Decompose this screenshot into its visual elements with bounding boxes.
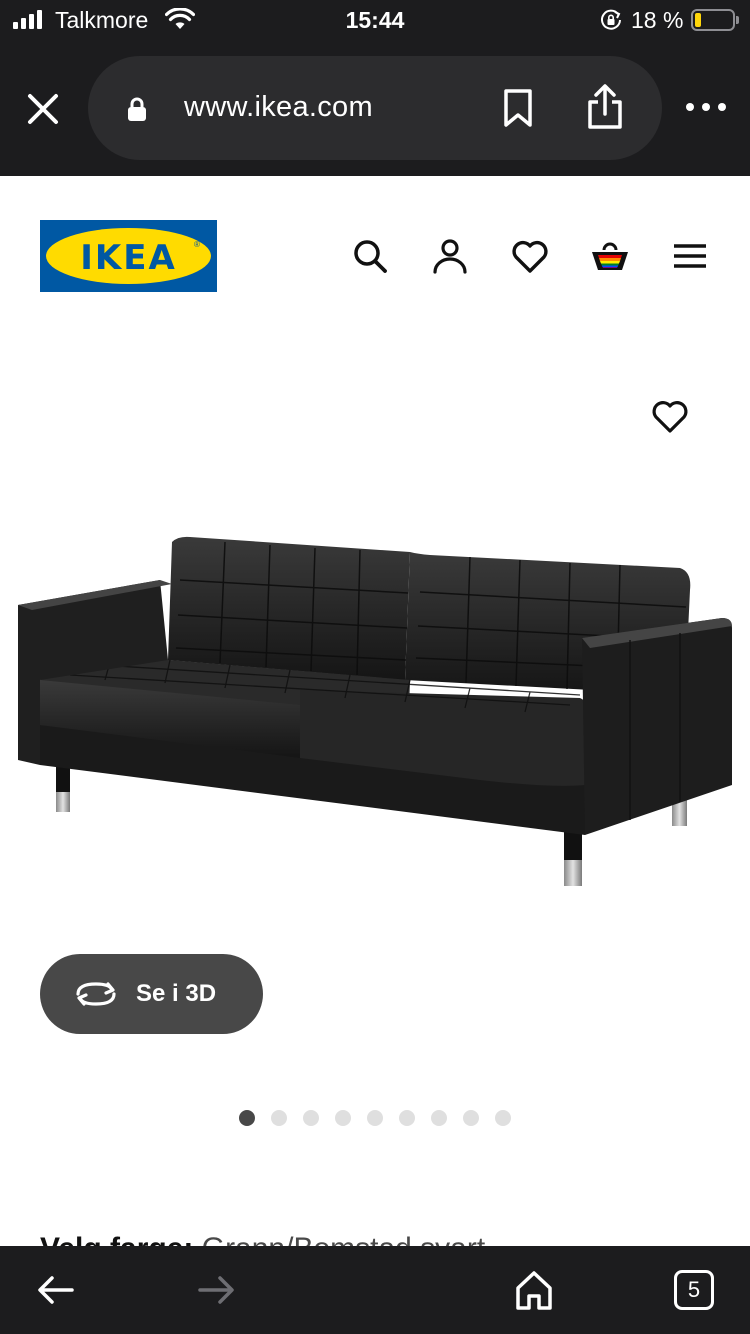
favourites-icon[interactable] bbox=[510, 236, 550, 276]
battery-level bbox=[695, 13, 702, 27]
tabs-icon[interactable]: 5 bbox=[674, 1270, 714, 1310]
logo-text: IKEA bbox=[80, 238, 177, 278]
gallery-dot[interactable] bbox=[367, 1110, 383, 1126]
tab-count: 5 bbox=[687, 1277, 701, 1302]
bookmark-icon[interactable] bbox=[498, 88, 538, 128]
ikea-logo[interactable]: IKEA ® bbox=[40, 220, 217, 292]
share-icon[interactable] bbox=[584, 84, 626, 130]
gallery-pagination bbox=[239, 1110, 511, 1126]
lock-icon bbox=[128, 97, 146, 121]
battery-percent: 18 % bbox=[631, 7, 684, 33]
gallery-dot[interactable] bbox=[239, 1110, 255, 1126]
url-text: www.ikea.com bbox=[184, 91, 373, 123]
product-image[interactable] bbox=[10, 530, 740, 890]
rotation-lock-icon bbox=[601, 9, 621, 30]
heart-outline-icon[interactable] bbox=[650, 396, 690, 436]
gallery-dot[interactable] bbox=[495, 1110, 511, 1126]
cart-icon[interactable] bbox=[590, 236, 630, 276]
gallery-dot[interactable] bbox=[303, 1110, 319, 1126]
gallery-dot[interactable] bbox=[271, 1110, 287, 1126]
menu-icon[interactable] bbox=[670, 236, 710, 276]
battery-icon bbox=[691, 9, 739, 31]
more-icon[interactable] bbox=[684, 92, 728, 122]
search-icon[interactable] bbox=[350, 236, 390, 276]
browser-address-bar: www.ikea.com bbox=[0, 40, 750, 176]
back-arrow-icon[interactable] bbox=[34, 1268, 78, 1312]
status-bar: Talkmore 15:44 18 % bbox=[0, 0, 750, 40]
account-icon[interactable] bbox=[430, 236, 470, 276]
view-in-3d-label: Se i 3D bbox=[136, 980, 217, 1007]
gallery-dot[interactable] bbox=[431, 1110, 447, 1126]
browser-toolbar: 5 bbox=[0, 1246, 750, 1334]
view-in-3d-button[interactable]: Se i 3D bbox=[40, 954, 263, 1034]
logo-registered-mark: ® bbox=[194, 240, 200, 249]
forward-arrow-icon[interactable] bbox=[194, 1268, 238, 1312]
gallery-dot[interactable] bbox=[463, 1110, 479, 1126]
url-field[interactable]: www.ikea.com bbox=[88, 56, 662, 160]
home-icon[interactable] bbox=[512, 1268, 556, 1312]
rotate-3d-icon bbox=[76, 982, 116, 1006]
close-icon[interactable] bbox=[22, 88, 64, 130]
gallery-dot[interactable] bbox=[399, 1110, 415, 1126]
gallery-dot[interactable] bbox=[335, 1110, 351, 1126]
